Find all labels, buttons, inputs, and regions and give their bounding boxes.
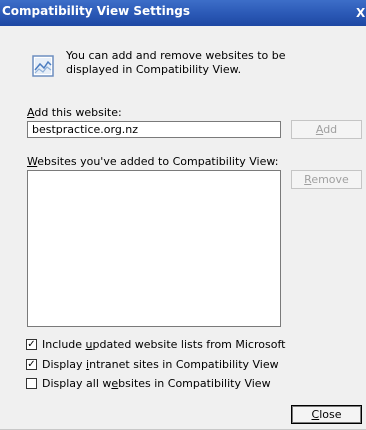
include-updated-lists-checkbox[interactable]: ✓ [26, 339, 37, 350]
remove-button[interactable]: Remove [291, 170, 362, 189]
close-button[interactable]: Close [291, 405, 362, 424]
websites-list-label-accesskey: W [27, 155, 38, 168]
window-title: Compatibility View Settings [2, 4, 190, 18]
add-website-input[interactable]: bestpractice.org.nz [27, 121, 281, 138]
include-updated-lists-label: Include updated website lists from Micro… [42, 338, 286, 351]
window-close-button[interactable]: X [356, 6, 366, 20]
add-button-label: dd [323, 123, 338, 136]
intranet-sites-checkbox[interactable]: ✓ [26, 359, 37, 370]
websites-listbox[interactable] [27, 170, 281, 327]
add-website-label-text: dd this website: [34, 106, 122, 119]
add-website-label: Add this website: [27, 106, 122, 119]
intranet-sites-label: Display intranet sites in Compatibility … [42, 358, 279, 371]
close-button-label: lose [319, 408, 342, 421]
title-bar: Compatibility View Settings X [0, 0, 366, 26]
websites-list-label: Websites you've added to Compatibility V… [27, 155, 278, 168]
info-text: You can add and remove websites to be di… [66, 49, 286, 76]
remove-button-label: emove [311, 173, 349, 186]
websites-list-label-text: ebsites you've added to Compatibility Vi… [37, 155, 279, 168]
compatibility-view-icon [30, 53, 56, 79]
all-websites-label: Display all websites in Compatibility Vi… [42, 377, 271, 390]
all-websites-checkbox[interactable] [26, 378, 37, 389]
add-button[interactable]: Add [291, 120, 362, 139]
